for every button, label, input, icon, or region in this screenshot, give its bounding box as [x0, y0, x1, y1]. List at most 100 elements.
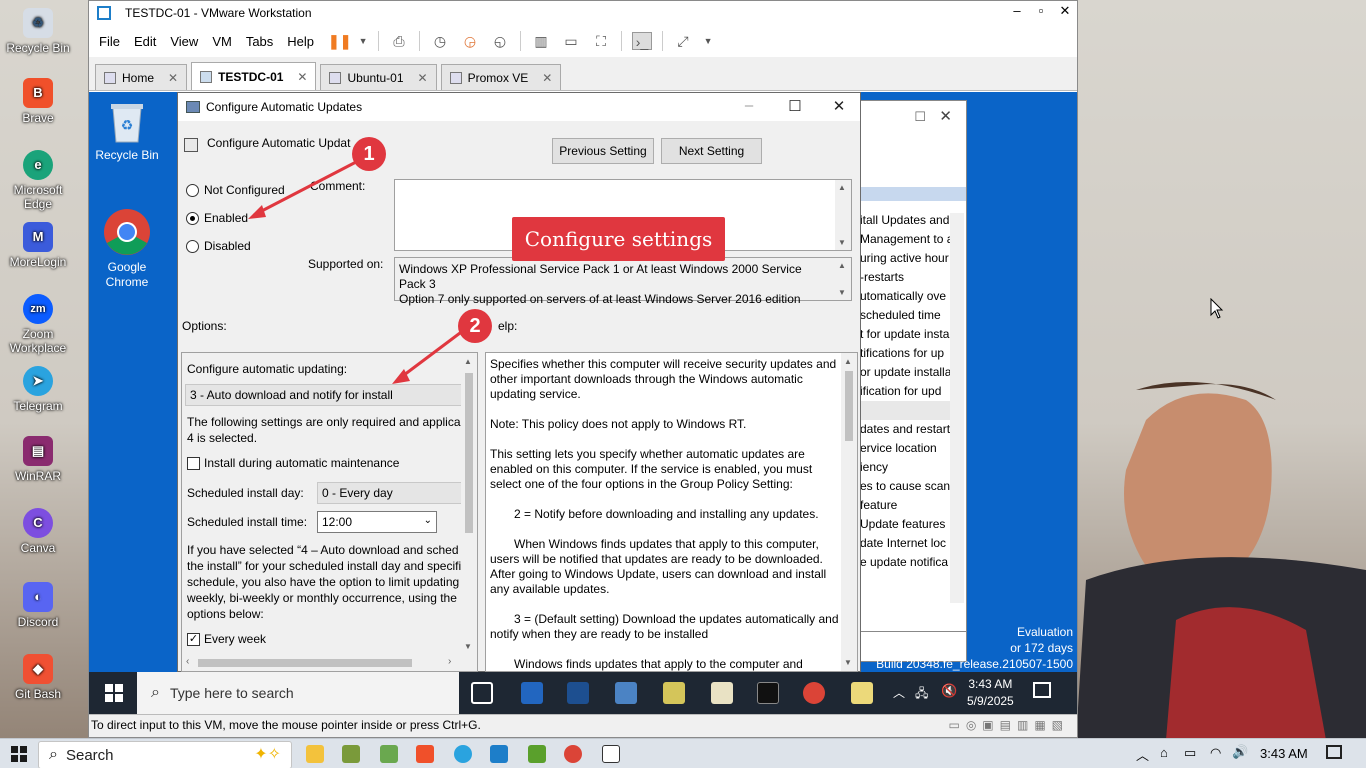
close-tab-icon[interactable]: ✕ [542, 71, 552, 85]
list-item[interactable]: uring active hour [860, 249, 952, 268]
host-icon-morelogin[interactable]: M MoreLogin [4, 222, 72, 269]
host-icon-recycle-bin[interactable]: ♻ Recycle Bin [4, 8, 72, 55]
chevron-down-icon[interactable]: ▼ [703, 32, 713, 50]
chrome-icon[interactable] [564, 745, 582, 763]
app-icon[interactable] [380, 745, 398, 763]
list-item[interactable]: utomatically ove [860, 287, 952, 306]
menu-help[interactable]: Help [287, 34, 314, 49]
list-item[interactable]: ervice location [860, 439, 952, 458]
task-view-icon[interactable] [471, 682, 493, 704]
list-item[interactable]: dates and restart [860, 420, 952, 439]
cmd-icon[interactable] [757, 682, 779, 704]
meet-icon[interactable]: ⌂ [1160, 745, 1168, 760]
chevron-up-icon[interactable]: ︿ [893, 684, 905, 701]
volume-muted-icon[interactable]: 🔇 [941, 683, 957, 699]
vmware-icon[interactable] [490, 745, 508, 763]
tab-ubuntu-01[interactable]: Ubuntu-01 ✕ [320, 64, 437, 90]
app-icon[interactable] [528, 745, 546, 763]
host-search-box[interactable]: ⌕ Search ✦✧ [38, 741, 292, 768]
app-icon[interactable] [342, 745, 360, 763]
host-icon-edge[interactable]: e Microsoft Edge [4, 150, 72, 211]
list-item[interactable]: -restarts [860, 268, 952, 287]
console-view-icon[interactable]: ›_ [632, 32, 653, 50]
maximize-icon[interactable]: ▫ [1029, 3, 1053, 18]
background-window-front[interactable]: ☐ ✕ itall Updates and Management to a ur… [859, 100, 967, 632]
maximize-icon[interactable]: ☐ [914, 109, 926, 125]
send-ctrl-alt-del-icon[interactable]: ⎙ [389, 32, 409, 50]
close-tab-icon[interactable]: ✕ [297, 70, 307, 84]
powershell-icon[interactable] [521, 682, 543, 704]
pause-icon[interactable]: ❚❚ [328, 32, 351, 50]
host-icon-discord[interactable]: ◐ Discord [4, 582, 72, 629]
host-icon-brave[interactable]: B Brave [4, 78, 72, 125]
tab-testdc-01[interactable]: TESTDC-01 ✕ [191, 62, 317, 90]
revert-snapshot-icon[interactable]: ◶ [460, 32, 480, 50]
list-item[interactable]: tifications for up [860, 344, 952, 363]
list-item[interactable]: e update notifica [860, 553, 952, 572]
notes-icon[interactable] [851, 682, 873, 704]
list-item[interactable]: t for update insta [860, 325, 952, 344]
guest-screen[interactable]: ♻ Recycle Bin Google Chrome ✕ ⧉ ☐ ✕ ital… [89, 92, 1077, 714]
volume-icon[interactable]: 🔊 [1232, 744, 1248, 760]
chevron-down-icon[interactable]: ▼ [358, 32, 368, 50]
windows-start-icon[interactable] [11, 746, 27, 762]
close-icon[interactable]: ✕ [939, 107, 952, 125]
menu-file[interactable]: File [99, 34, 120, 49]
wifi-icon[interactable]: ◠ [1210, 745, 1221, 761]
telegram-icon[interactable] [454, 745, 472, 763]
full-screen-icon[interactable]: ⛶ [591, 32, 611, 50]
snapshot-manager-icon[interactable]: ◵ [490, 32, 510, 50]
chrome-taskbar-icon[interactable] [803, 682, 825, 704]
powershell-ise-icon[interactable] [567, 682, 589, 704]
notification-icon[interactable] [1326, 745, 1342, 759]
notion-icon[interactable] [602, 745, 620, 763]
host-clock[interactable]: 3:43 AM [1260, 746, 1308, 761]
menu-tabs[interactable]: Tabs [246, 34, 273, 49]
tab-promox-ve[interactable]: Promox VE ✕ [440, 64, 562, 90]
chevron-up-icon[interactable]: ︿ [1136, 745, 1149, 764]
close-tab-icon[interactable]: ✕ [418, 71, 428, 85]
server-manager-icon[interactable] [615, 682, 637, 704]
network-icon[interactable]: 🖧 [915, 684, 928, 705]
host-icon-git-bash[interactable]: ◆ Git Bash [4, 654, 72, 701]
gpo-editor-icon[interactable] [663, 682, 685, 704]
close-tab-icon[interactable]: ✕ [168, 71, 178, 85]
tab-home[interactable]: Home ✕ [95, 64, 188, 90]
battery-icon[interactable]: ▭ [1184, 745, 1196, 761]
list-item[interactable]: es to cause scans [860, 477, 952, 496]
host-icon-telegram[interactable]: ➤ Telegram [4, 366, 72, 413]
thumbnail-bar-icon[interactable]: ▭ [561, 32, 581, 50]
notepad-icon[interactable] [711, 682, 733, 704]
list-item[interactable]: itall Updates and [860, 211, 952, 230]
tab-label: TESTDC-01 [218, 69, 284, 84]
menu-edit[interactable]: Edit [134, 34, 156, 49]
host-icon-winrar[interactable]: ▤ WinRAR [4, 436, 72, 483]
close-icon[interactable]: ✕ [1053, 3, 1077, 19]
guest-icon-recycle-bin[interactable]: ♻ Recycle Bin [89, 100, 165, 163]
list-item[interactable]: iency [860, 458, 952, 477]
guest-search-box[interactable]: ⌕ Type here to search [137, 672, 459, 714]
list-item[interactable]: or update installa [860, 363, 952, 382]
list-item[interactable]: Management to a [860, 230, 952, 249]
list-item[interactable]: feature [860, 496, 952, 515]
host-icon-canva[interactable]: C Canva [4, 508, 72, 555]
host-icon-zoom[interactable]: zm Zoom Workplace [4, 294, 72, 355]
list-item[interactable]: ification for upd [860, 382, 952, 401]
snapshot-icon[interactable]: ◷ [430, 32, 450, 50]
stretch-icon[interactable]: ⤢ [673, 32, 693, 50]
list-item[interactable]: date Internet loc [860, 534, 952, 553]
guest-icon-chrome[interactable]: Google Chrome [89, 208, 165, 290]
brave-icon[interactable] [416, 745, 434, 763]
menu-vm[interactable]: VM [212, 34, 232, 49]
minimize-icon[interactable]: – [1005, 3, 1029, 18]
list-item[interactable]: Update features [860, 515, 952, 534]
list-item[interactable]: scheduled time [860, 306, 952, 325]
file-explorer-icon[interactable] [306, 745, 324, 763]
menu-view[interactable]: View [170, 34, 198, 49]
sidebar-toggle-icon[interactable]: ▥ [531, 32, 551, 50]
guest-clock[interactable]: 3:43 AM 5/9/2025 [967, 676, 1014, 710]
list-scrollbar[interactable] [950, 213, 964, 603]
windows-start-icon[interactable] [105, 684, 123, 702]
notification-icon[interactable] [1033, 682, 1051, 698]
device-status-icons[interactable]: ▭◎▣▤▥▦▧ [949, 718, 1070, 732]
